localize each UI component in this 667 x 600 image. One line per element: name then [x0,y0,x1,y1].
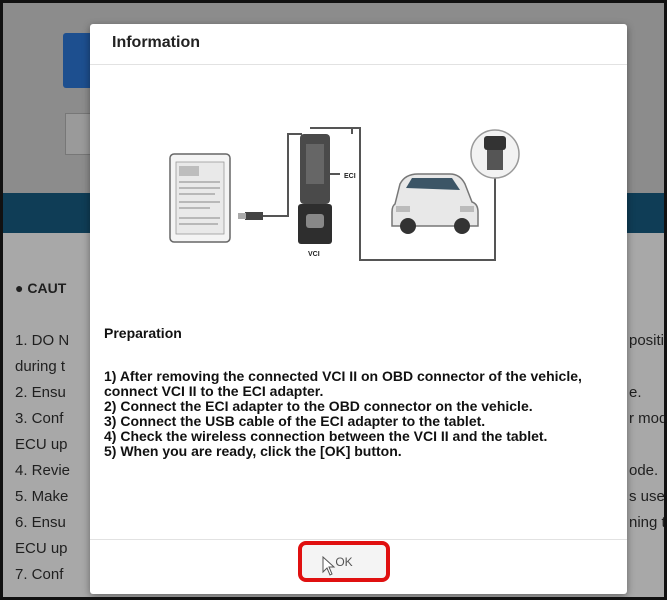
preparation-title: Preparation [104,325,182,341]
background-text-line: 7. Conf [15,566,64,583]
background-text-line: 2. Ensu [15,384,66,401]
step-item: 4) Check the wireless connection between… [104,428,548,444]
background-caution-heading: ● CAUT [15,280,67,296]
step-list: 1) After removing the connected VCI II o… [104,369,604,459]
background-text-line: 1. DO N [15,332,70,349]
step-item: 1) After removing the connected VCI II o… [104,368,582,399]
background-text-line: ode. [629,462,659,479]
step-item: 2) Connect the ECI adapter to the OBD co… [104,398,533,414]
background-text-line: ECU up [15,436,68,453]
dialog-title: Information [112,34,200,51]
background-text-line: 3. Conf [15,410,64,427]
step-item: 3) Connect the USB cable of the ECI adap… [104,413,486,429]
tablet-icon [169,153,231,243]
divider [90,539,627,540]
background-text-line: e. [629,384,642,401]
background-text-line: ning the [629,514,666,531]
car-icon [391,173,479,234]
obd-connector-icon [470,129,520,179]
background-text-line: 5. Make [15,488,69,505]
background-text-line: 4. Revie [15,462,71,479]
usb-cable-icon [238,133,302,220]
mouse-pointer-icon [322,556,336,576]
vci-label: VCI [308,251,320,258]
divider [90,64,627,65]
connection-illustration: ECI VCI [169,127,520,261]
background-text-line: position [629,332,665,349]
background-text-line: 6. Ensu [15,514,66,531]
background-text-line: ECU up [15,540,68,557]
background-text-line: s used. [629,488,665,505]
eci-label: ECI [344,173,356,180]
background-text-line: r mode [629,410,667,427]
background-text-line: during t [15,358,66,375]
screen-frame: ● CAUT 1. DO N during t 2. Ensu 3. Conf … [0,0,667,600]
step-item: 5) When you are ready, click the [OK] bu… [104,443,402,459]
information-dialog: Information ECI VCI Preparation 1) After… [90,24,627,594]
ok-button[interactable]: OK [298,541,390,582]
